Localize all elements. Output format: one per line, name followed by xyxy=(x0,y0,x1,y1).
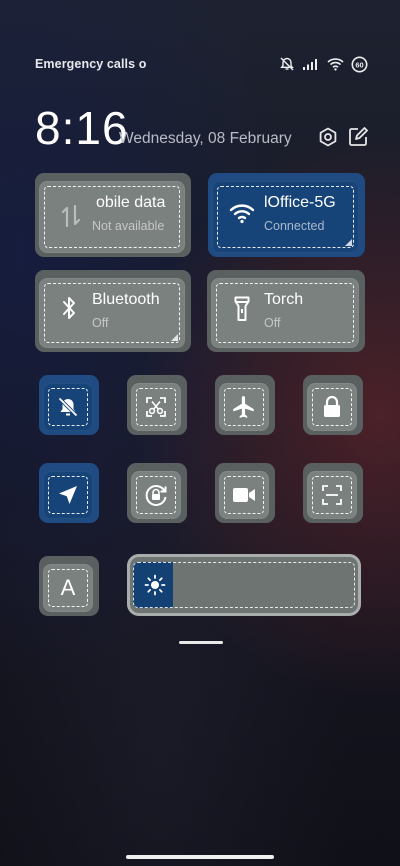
rotation-toggle[interactable] xyxy=(127,463,187,523)
bluetooth-icon xyxy=(63,297,75,319)
mobile-data-icon xyxy=(61,204,81,228)
rotation-lock-icon xyxy=(145,484,167,506)
carrier-text: Emergency calls o xyxy=(35,57,147,71)
sun-icon xyxy=(144,574,166,596)
clock-time: 8:16 xyxy=(35,102,129,154)
home-indicator[interactable] xyxy=(126,855,274,859)
lock-icon xyxy=(324,395,340,417)
wifi-status: Connected xyxy=(264,219,325,233)
drag-handle[interactable] xyxy=(179,641,223,644)
expand-corner-icon xyxy=(171,334,178,341)
lock-toggle[interactable] xyxy=(303,375,363,435)
torch-status: Off xyxy=(264,316,281,330)
brightness-slider[interactable] xyxy=(127,554,361,616)
silent-icon xyxy=(280,57,294,71)
screenshot-toggle[interactable] xyxy=(127,375,187,435)
mobile-data-label: obile data xyxy=(96,194,166,211)
bell-off-icon xyxy=(58,397,78,417)
signal-icon xyxy=(303,59,317,70)
video-camera-icon xyxy=(233,488,255,502)
auto-brightness-label: A xyxy=(60,575,76,600)
wifi-icon xyxy=(327,58,344,71)
clock-row: 8:16 Wednesday, 08 February xyxy=(35,103,370,153)
silent-toggle[interactable] xyxy=(39,375,99,435)
wifi-network-label: lOffice-5G xyxy=(264,194,336,211)
battery-level: 60 xyxy=(355,60,363,69)
location-icon xyxy=(59,486,77,504)
bluetooth-status: Off xyxy=(92,316,109,330)
battery-icon: 60 xyxy=(351,56,368,72)
edit-icon[interactable] xyxy=(346,125,370,149)
wifi-tile-icon xyxy=(229,204,255,224)
torch-label: Torch xyxy=(264,291,304,308)
airplane-icon xyxy=(233,396,254,418)
torch-tile[interactable]: Torch Off xyxy=(207,270,365,352)
status-icons: 60 xyxy=(279,56,368,73)
mobile-data-status: Not available xyxy=(92,219,165,233)
location-toggle[interactable] xyxy=(39,463,99,523)
bluetooth-tile[interactable]: Bluetooth Off xyxy=(35,270,191,352)
scan-icon xyxy=(322,485,342,505)
clock-date: Wednesday, 08 February xyxy=(119,130,292,147)
scissors-icon xyxy=(146,397,166,417)
status-bar: Emergency calls o 60 xyxy=(35,55,368,73)
bluetooth-label: Bluetooth xyxy=(92,291,160,308)
airplane-toggle[interactable] xyxy=(215,375,275,435)
mobile-data-tile[interactable]: obile data Not available xyxy=(35,173,191,257)
expand-corner-icon xyxy=(345,239,352,246)
auto-brightness-toggle[interactable]: A xyxy=(39,556,99,616)
scanner-toggle[interactable] xyxy=(303,463,363,523)
torch-icon xyxy=(234,296,250,321)
screen-record-toggle[interactable] xyxy=(215,463,275,523)
wifi-tile[interactable]: lOffice-5G Connected xyxy=(208,173,365,257)
gear-icon[interactable] xyxy=(316,125,340,149)
